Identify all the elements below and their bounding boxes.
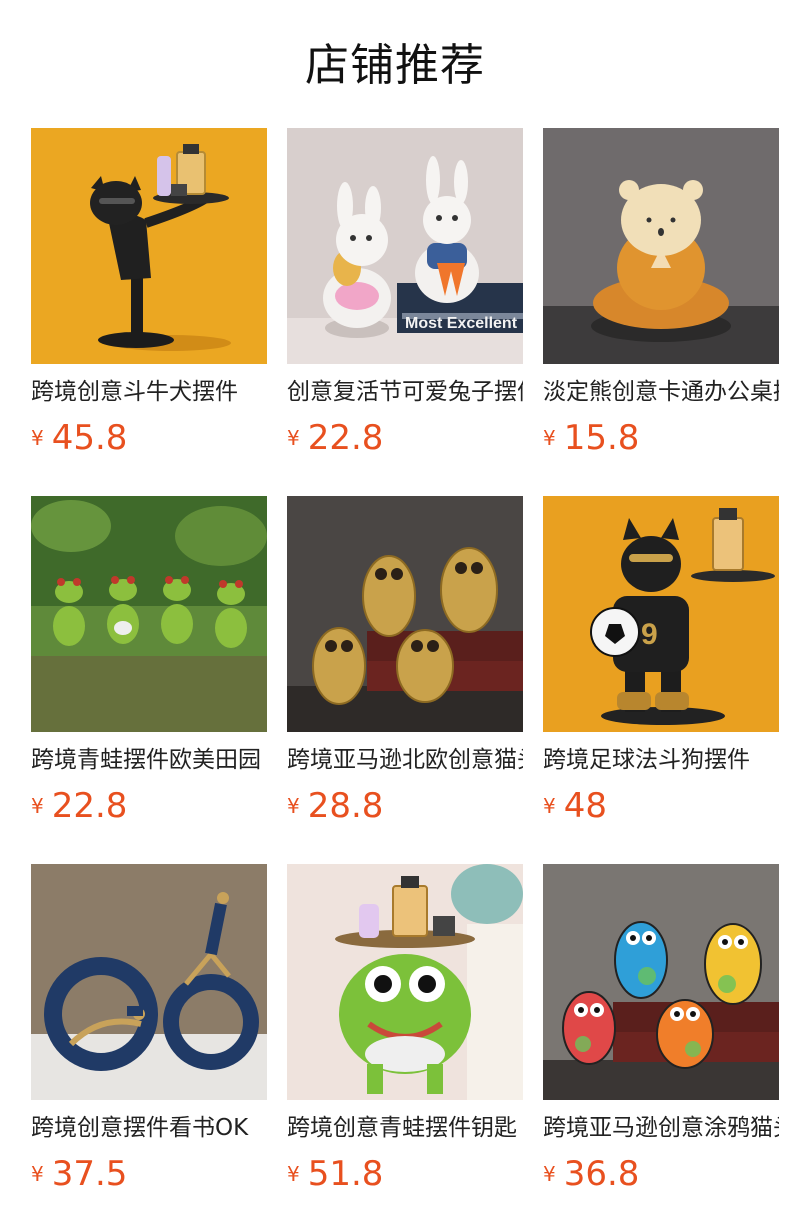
- product-price: ¥45.8: [31, 416, 127, 460]
- currency-symbol: ¥: [31, 794, 44, 818]
- price-amount: 37.5: [51, 1154, 128, 1194]
- product-image[interactable]: Most Excellent: [287, 128, 523, 364]
- product-name[interactable]: 跨境青蛙摆件欧美田园: [31, 744, 267, 776]
- svg-text:Most Excellent: Most Excellent: [405, 315, 518, 332]
- product-card[interactable]: 跨境创意青蛙摆件钥匙 ¥51.8: [287, 864, 523, 1194]
- price-amount: 22.8: [51, 786, 128, 826]
- product-card[interactable]: 跨境亚马逊创意涂鸦猫头鹰 ¥36.8: [543, 864, 779, 1194]
- product-price: ¥36.8: [543, 1152, 639, 1196]
- product-card[interactable]: 跨境亚马逊北欧创意猫头鹰 ¥28.8: [287, 496, 523, 826]
- product-price: ¥22.8: [287, 416, 383, 460]
- product-image[interactable]: [31, 496, 267, 732]
- product-price: ¥48: [543, 784, 607, 828]
- currency-symbol: ¥: [543, 1162, 556, 1186]
- price-amount: 45.8: [51, 418, 128, 458]
- product-image[interactable]: [543, 128, 779, 364]
- product-image[interactable]: [543, 864, 779, 1100]
- product-image[interactable]: [287, 496, 523, 732]
- price-amount: 36.8: [563, 1154, 640, 1194]
- product-image[interactable]: [31, 864, 267, 1100]
- product-card[interactable]: 跨境创意摆件看书OK ¥37.5: [31, 864, 267, 1194]
- product-card[interactable]: 跨境青蛙摆件欧美田园 ¥22.8: [31, 496, 267, 826]
- currency-symbol: ¥: [31, 426, 44, 450]
- currency-symbol: ¥: [31, 1162, 44, 1186]
- product-price: ¥28.8: [287, 784, 383, 828]
- currency-symbol: ¥: [543, 426, 556, 450]
- price-amount: 22.8: [307, 418, 384, 458]
- currency-symbol: ¥: [287, 794, 300, 818]
- product-name[interactable]: 跨境创意青蛙摆件钥匙: [287, 1112, 523, 1144]
- product-name[interactable]: 跨境足球法斗狗摆件: [543, 744, 779, 776]
- price-amount: 28.8: [307, 786, 384, 826]
- product-name[interactable]: 跨境亚马逊北欧创意猫头鹰: [287, 744, 523, 776]
- football-bulldog-figurine-icon: 9: [543, 496, 779, 732]
- graffiti-owl-figurine-icon: [543, 864, 779, 1100]
- svg-text:9: 9: [641, 618, 658, 651]
- product-price: ¥22.8: [31, 784, 127, 828]
- product-name[interactable]: 淡定熊创意卡通办公桌摆件: [543, 376, 779, 408]
- product-name[interactable]: 跨境亚马逊创意涂鸦猫头鹰: [543, 1112, 779, 1144]
- easter-bunny-figurine-icon: Most Excellent: [287, 128, 523, 364]
- product-image[interactable]: [287, 864, 523, 1100]
- product-price: ¥51.8: [287, 1152, 383, 1196]
- product-card[interactable]: Most Excellent 创意复活节可爱兔子摆件 ¥22.8: [287, 128, 523, 458]
- reading-figure-ring-icon: [31, 864, 267, 1100]
- product-image[interactable]: [31, 128, 267, 364]
- product-name[interactable]: 创意复活节可爱兔子摆件: [287, 376, 523, 408]
- bulldog-tray-figurine-icon: [31, 128, 267, 364]
- product-price: ¥37.5: [31, 1152, 127, 1196]
- price-amount: 48: [563, 786, 607, 826]
- frog-band-figurine-icon: [31, 496, 267, 732]
- meditating-bear-figurine-icon: [543, 128, 779, 364]
- currency-symbol: ¥: [287, 426, 300, 450]
- product-image[interactable]: 9: [543, 496, 779, 732]
- price-amount: 51.8: [307, 1154, 384, 1194]
- product-name[interactable]: 跨境创意摆件看书OK: [31, 1112, 267, 1144]
- product-card[interactable]: 跨境创意斗牛犬摆件 ¥45.8: [31, 128, 267, 458]
- price-amount: 15.8: [563, 418, 640, 458]
- frog-tray-figurine-icon: [287, 864, 523, 1100]
- product-card[interactable]: 9 跨境足球法斗狗摆件 ¥48: [543, 496, 779, 826]
- page-title: 店铺推荐: [305, 40, 485, 91]
- currency-symbol: ¥: [543, 794, 556, 818]
- product-card[interactable]: 淡定熊创意卡通办公桌摆件 ¥15.8: [543, 128, 779, 458]
- golden-owl-figurine-icon: [287, 496, 523, 732]
- currency-symbol: ¥: [287, 1162, 300, 1186]
- product-name[interactable]: 跨境创意斗牛犬摆件: [31, 376, 267, 408]
- product-price: ¥15.8: [543, 416, 639, 460]
